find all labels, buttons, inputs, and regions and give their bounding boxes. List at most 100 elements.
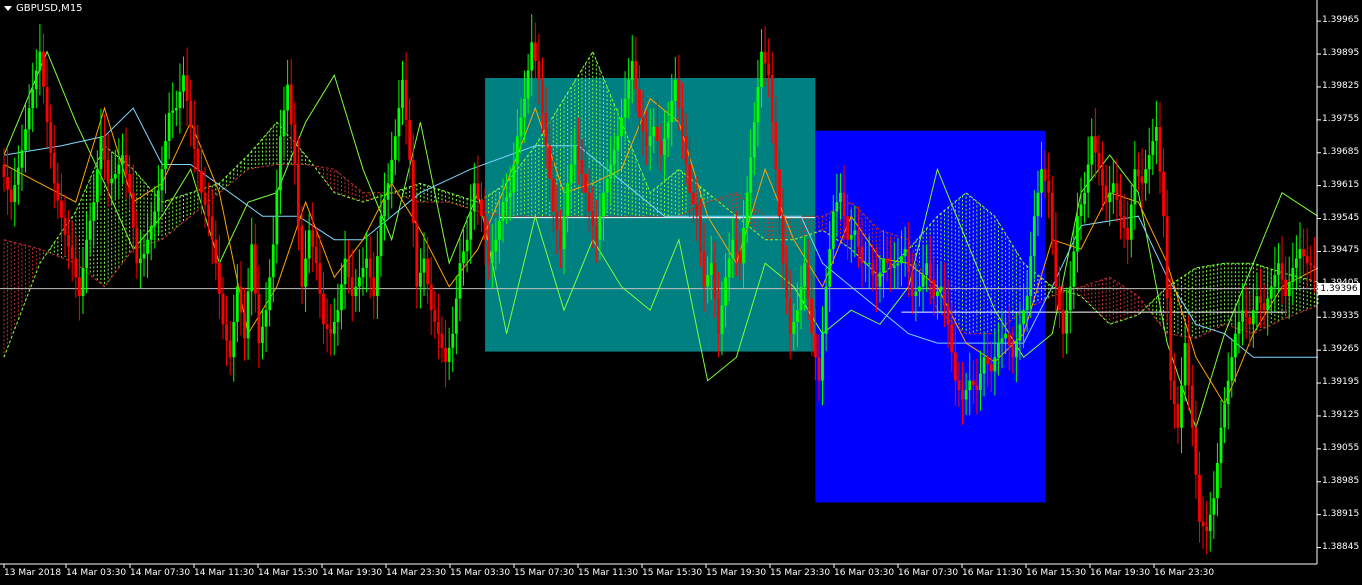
bull-candle [1266,298,1270,311]
bear-candle [1043,169,1047,181]
bear-candle [580,159,584,174]
bull-candle [508,192,512,198]
price-tick-label: 1.39965 [1322,15,1360,26]
bull-candle [286,84,290,111]
bull-candle [153,211,157,226]
bull-candle [562,216,566,250]
bull-candle [275,190,279,245]
bear-candle [239,286,243,313]
bear-candle [813,333,817,358]
bull-candle [1004,333,1008,339]
bear-candle [135,227,139,264]
bear-candle [953,352,957,381]
bull-candle [343,258,347,285]
chart-title-bar[interactable]: GBPUSD,M15 [4,3,83,14]
bear-candle [1201,521,1205,527]
bear-candle [408,119,412,160]
bear-candle [185,75,189,102]
bear-candle [734,239,738,252]
bull-candle [1219,427,1223,463]
bull-candle [469,211,473,240]
bear-candle [1262,303,1266,311]
triangle-down-icon[interactable] [4,6,12,11]
bull-candle [1065,310,1069,334]
bull-candle [663,138,666,156]
bear-candle [1194,427,1198,475]
bear-candle [860,246,864,264]
bull-candle [149,225,153,240]
bear-candle [677,79,681,109]
bull-candle [1241,310,1244,322]
bull-candle [1237,321,1241,334]
bull-candle [95,169,99,203]
bear-candle [2,164,6,178]
price-tick-label: 1.39755 [1322,113,1360,124]
bull-candle [1025,296,1029,311]
bull-candle [110,178,114,184]
bear-candle [806,263,810,299]
price-chart[interactable] [0,0,1362,585]
bull-candle [268,277,272,311]
bull-candle [752,122,756,158]
bear-candle [989,364,993,372]
bear-candle [638,89,641,118]
bear-candle [788,298,792,334]
bull-candle [652,126,656,137]
bear-candle [971,380,975,386]
rectangle-objects[interactable] [485,78,1046,503]
bull-candle [465,239,469,252]
bear-candle [548,145,552,179]
bear-candle [253,244,257,294]
bear-candle [781,216,785,264]
time-tick-label: 15 Mar 11:30 [578,568,639,578]
rectangle-blue[interactable] [815,130,1046,503]
bear-candle [1058,286,1061,311]
bull-candle [447,347,451,362]
time-tick-label: 14 Mar 19:30 [322,568,383,578]
bear-candle [975,385,979,391]
bear-candle [774,122,778,170]
bull-candle [1018,324,1022,341]
bear-candle [429,284,433,311]
bull-candle [1111,183,1115,193]
bear-candle [555,211,559,231]
bull-candle [340,284,343,311]
bull-candle [390,159,394,184]
bear-candle [817,357,821,381]
bull-candle [27,108,31,130]
time-tick-label: 16 Mar 23:30 [1154,568,1215,578]
bull-candle [821,333,824,381]
bear-candle [842,192,846,217]
bear-candle [1050,192,1054,240]
bull-candle [706,274,710,287]
bull-candle [566,183,570,217]
bull-candle [627,79,631,99]
time-tick-label: 14 Mar 11:30 [194,568,255,578]
price-tick-label: 1.39125 [1322,409,1360,420]
bear-candle [322,293,325,325]
bull-candle [795,310,799,322]
bear-candle [203,192,207,205]
bull-candle [900,256,903,264]
bull-candle [903,249,907,257]
bear-candle [691,192,695,205]
bear-candle [67,235,71,247]
price-tick-label: 1.39615 [1322,179,1360,190]
bear-candle [404,79,408,120]
price-tick-label: 1.39335 [1322,311,1360,322]
bear-candle [1140,176,1144,184]
bull-candle [605,178,609,193]
bear-candle [257,293,261,344]
bull-candle [835,202,839,212]
bull-candle [383,199,386,217]
bull-candle [422,258,426,273]
bear-candle [594,225,598,240]
bull-candle [361,267,365,278]
bear-candle [738,251,742,264]
time-tick-label: 14 Mar 03:30 [66,568,127,578]
bear-candle [218,263,221,294]
bear-candle [1169,298,1173,381]
bull-candle [1036,192,1040,217]
bull-candle [117,164,121,174]
bull-candle [250,244,254,292]
